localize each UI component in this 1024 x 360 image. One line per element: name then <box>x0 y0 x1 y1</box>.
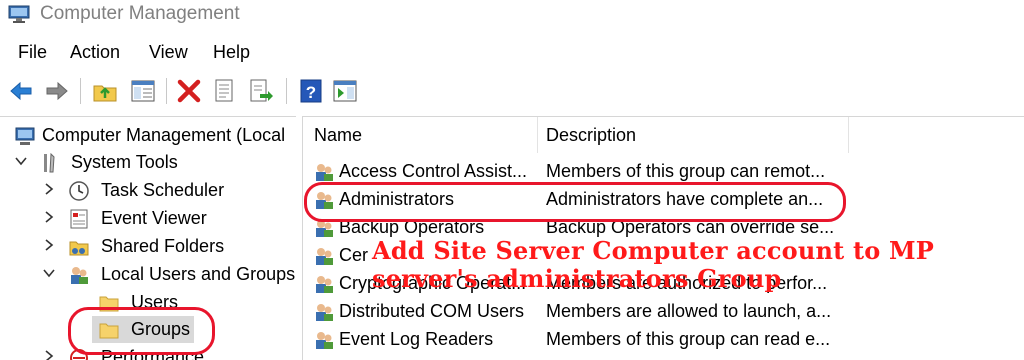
group-name: Distributed COM Users <box>339 301 525 321</box>
tree-item-local-users-groups[interactable]: Local Users and Groups <box>0 262 296 289</box>
tree-label: Event Viewer <box>101 208 207 228</box>
back-arrow-icon[interactable] <box>8 78 34 104</box>
svg-text:?: ? <box>306 83 316 102</box>
group-icon <box>316 332 333 349</box>
group-icon <box>316 248 333 265</box>
chevron-right-icon[interactable] <box>42 349 56 360</box>
tree-label: Shared Folders <box>101 236 225 256</box>
tree-item-task-scheduler[interactable]: Task Scheduler <box>0 178 296 205</box>
column-name[interactable]: Name <box>314 125 362 146</box>
users-group-icon <box>71 267 88 284</box>
chevron-right-icon[interactable] <box>42 182 56 196</box>
computer-management-icon <box>15 127 35 145</box>
delete-icon[interactable] <box>176 78 202 104</box>
group-name: Event Log Readers <box>339 329 494 349</box>
toolbar: ? <box>0 72 1024 110</box>
title-bar: Computer Management <box>0 0 1024 30</box>
group-description: Members of this group can read e... <box>546 329 831 349</box>
menu-file[interactable]: File <box>18 42 47 63</box>
toolbar-separator <box>80 78 81 104</box>
window-title: Computer Management <box>40 3 240 24</box>
forward-arrow-icon[interactable] <box>44 78 70 104</box>
menu-action[interactable]: Action <box>70 42 120 63</box>
tree-label: System Tools <box>71 152 178 172</box>
tree-item-shared-folders[interactable]: Shared Folders <box>0 234 296 261</box>
tools-icon <box>44 152 55 173</box>
list-item[interactable]: Event Log Readers Members of this group … <box>303 327 1024 354</box>
menu-help[interactable]: Help <box>213 42 250 63</box>
help-icon[interactable]: ? <box>298 78 324 104</box>
show-action-pane-icon[interactable] <box>332 78 358 104</box>
column-divider[interactable] <box>848 117 849 153</box>
group-description: Members of this group can remot... <box>546 161 826 181</box>
tree-item-system-tools[interactable]: System Tools <box>0 150 296 177</box>
chevron-down-icon[interactable] <box>14 154 28 168</box>
tree-item-event-viewer[interactable]: Event Viewer <box>0 206 296 233</box>
group-icon <box>316 276 333 293</box>
toolbar-separator <box>286 78 287 104</box>
tree-item-root[interactable]: Computer Management (Local <box>0 123 296 150</box>
menu-bar: File Action View Help <box>0 36 1024 68</box>
group-name: Access Control Assist... <box>339 161 528 181</box>
highlight-ring-administrators <box>304 182 846 222</box>
annotation-line-2: server's administrators Group <box>372 264 782 293</box>
chevron-right-icon[interactable] <box>42 238 56 252</box>
up-folder-icon[interactable] <box>92 78 118 104</box>
tree-label: Local Users and Groups <box>101 264 296 284</box>
properties-icon[interactable] <box>212 78 238 104</box>
clock-icon <box>69 181 89 201</box>
chevron-right-icon[interactable] <box>42 210 56 224</box>
navigation-tree: Computer Management (Local System Tools … <box>0 116 296 360</box>
list-header: Name Description <box>303 117 1024 153</box>
toolbar-separator <box>166 78 167 104</box>
group-icon <box>316 304 333 321</box>
menu-view[interactable]: View <box>149 42 188 63</box>
shared-folder-icon <box>69 241 89 256</box>
annotation-line-1: Add Site Server Computer account to MP <box>372 236 935 265</box>
chevron-down-icon[interactable] <box>42 266 56 280</box>
group-icon <box>316 164 333 181</box>
highlight-ring-groups <box>68 307 215 355</box>
group-description: Members are allowed to launch, a... <box>546 301 832 321</box>
column-divider[interactable] <box>537 117 538 153</box>
computer-management-icon <box>8 5 30 23</box>
column-description[interactable]: Description <box>546 125 636 146</box>
event-viewer-icon <box>70 209 88 229</box>
tree-label: Computer Management (Local <box>42 125 286 145</box>
tree-label: Task Scheduler <box>101 180 225 200</box>
list-item[interactable]: Distributed COM Users Members are allowe… <box>303 299 1024 326</box>
export-list-icon[interactable] <box>248 78 274 104</box>
show-hide-tree-icon[interactable] <box>130 78 156 104</box>
